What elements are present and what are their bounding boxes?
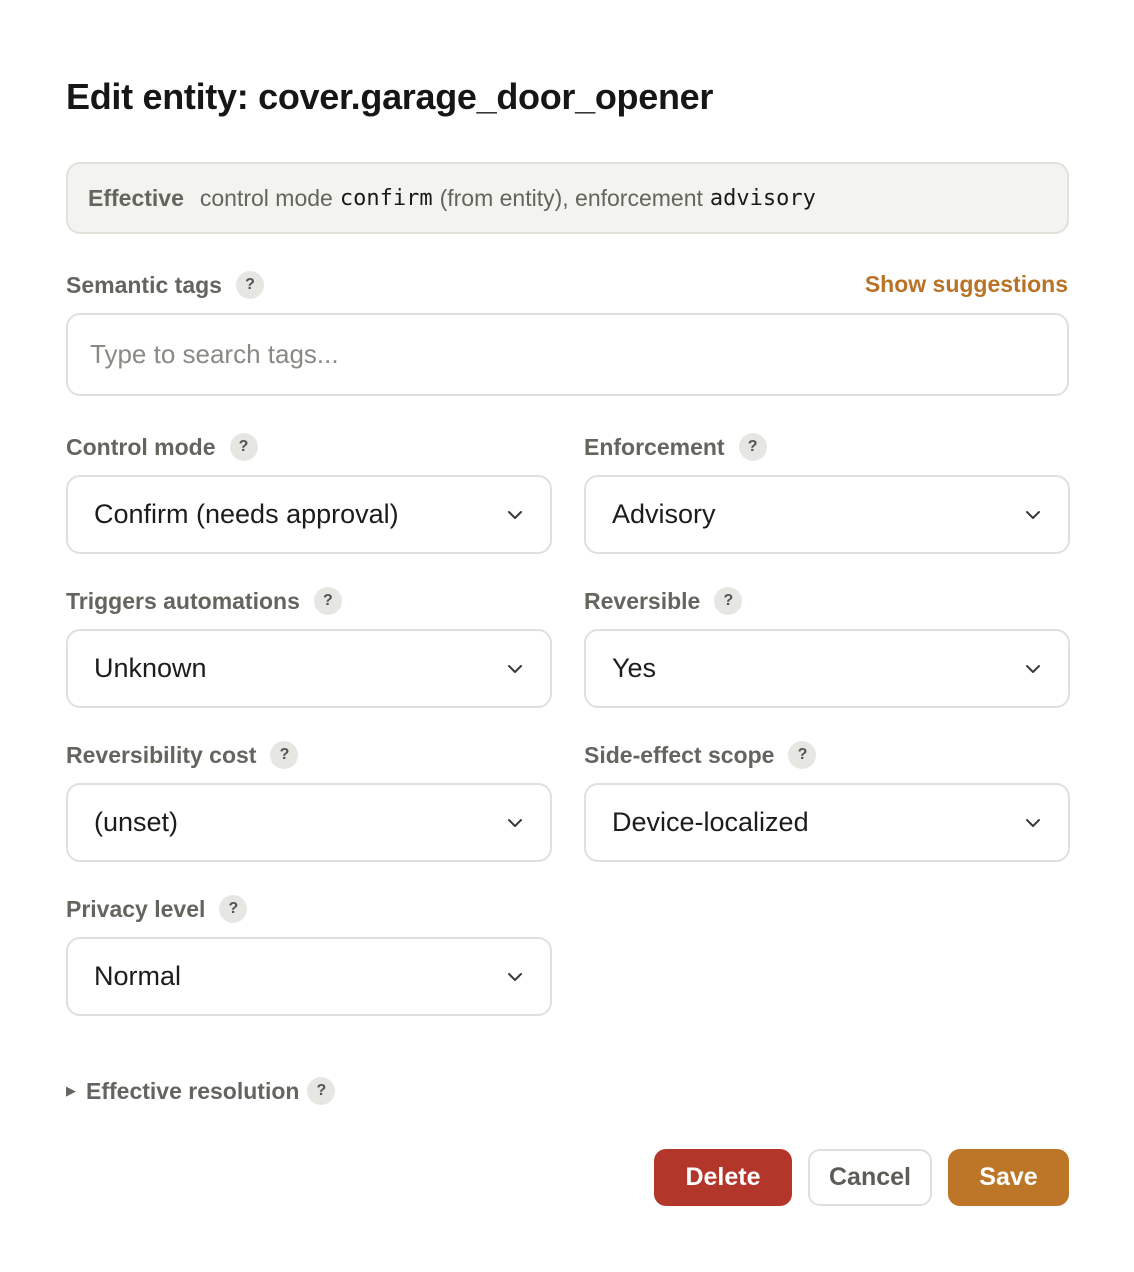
dialog-title: Edit entity: cover.garage_door_opener (66, 76, 714, 117)
privacy-level-label: Privacy level ? (66, 895, 248, 923)
chevron-down-icon (504, 658, 526, 680)
enforcement-help-icon[interactable]: ? (738, 433, 767, 461)
enforcement-select[interactable]: Advisory (584, 475, 1070, 554)
triggers-automations-select[interactable]: Unknown (66, 629, 552, 708)
control-mode-help-icon[interactable]: ? (229, 433, 258, 461)
reversibility-cost-select[interactable]: (unset) (66, 783, 552, 862)
enforcement-value: Advisory (612, 499, 716, 529)
side-effect-scope-value: Device-localized (612, 807, 809, 837)
effective-from-text: (from entity), enforcement (439, 184, 703, 211)
reversibility-cost-value: (unset) (94, 807, 179, 837)
reversibility-cost-help-icon[interactable]: ? (270, 741, 299, 769)
enforcement-label: Enforcement ? (584, 433, 767, 461)
chevron-down-icon (1022, 812, 1044, 834)
cancel-button[interactable]: Cancel (808, 1149, 932, 1206)
reversible-select[interactable]: Yes (584, 629, 1070, 708)
effective-control-text: control mode (199, 184, 333, 211)
effective-resolution-label: Effective resolution (86, 1077, 300, 1104)
reversibility-cost-label: Reversibility cost ? (66, 741, 299, 769)
reversible-label: Reversible ? (584, 587, 743, 615)
effective-resolution-toggle[interactable]: ▶ Effective resolution ? (66, 1077, 336, 1105)
triggers-automations-value: Unknown (94, 653, 207, 683)
show-suggestions-button[interactable]: Show suggestions (865, 271, 1068, 298)
delete-button[interactable]: Delete (654, 1149, 792, 1206)
semantic-tags-help-icon[interactable]: ? (235, 271, 264, 299)
chevron-down-icon (504, 504, 526, 526)
effective-summary: Effective control mode confirm (from ent… (66, 162, 1069, 234)
chevron-down-icon (504, 812, 526, 834)
control-mode-select[interactable]: Confirm (needs approval) (66, 475, 552, 554)
effective-enforcement-value: advisory (709, 185, 816, 211)
control-mode-value: Confirm (needs approval) (94, 499, 399, 529)
privacy-level-help-icon[interactable]: ? (219, 895, 248, 923)
semantic-tags-label: Semantic tags ? (66, 271, 264, 299)
chevron-down-icon (504, 966, 526, 988)
triangle-right-icon: ▶ (66, 1083, 76, 1098)
chevron-down-icon (1022, 658, 1044, 680)
effective-control-value: confirm (339, 185, 433, 211)
effective-label: Effective (88, 184, 184, 211)
effective-resolution-help-icon[interactable]: ? (307, 1077, 336, 1105)
save-button[interactable]: Save (948, 1149, 1069, 1206)
reversible-help-icon[interactable]: ? (714, 587, 743, 615)
chevron-down-icon (1022, 504, 1044, 526)
reversible-value: Yes (612, 653, 657, 683)
triggers-automations-label: Triggers automations ? (66, 587, 342, 615)
control-mode-label: Control mode ? (66, 433, 258, 461)
triggers-automations-help-icon[interactable]: ? (313, 587, 342, 615)
side-effect-scope-select[interactable]: Device-localized (584, 783, 1070, 862)
privacy-level-select[interactable]: Normal (66, 937, 552, 1016)
side-effect-scope-help-icon[interactable]: ? (788, 741, 817, 769)
side-effect-scope-label: Side-effect scope ? (584, 741, 817, 769)
semantic-tags-input[interactable] (66, 313, 1069, 396)
privacy-level-value: Normal (94, 961, 182, 991)
